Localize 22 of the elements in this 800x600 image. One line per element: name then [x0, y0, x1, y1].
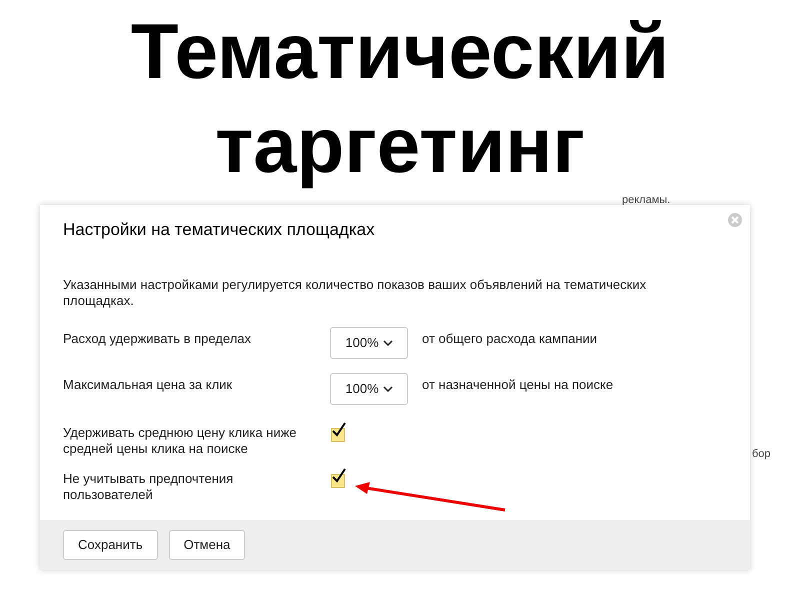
setting-suffix: от общего расхода кампании [422, 330, 598, 348]
setting-suffix: от назначенной цены на поиске [422, 376, 614, 394]
dialog-title: Настройки на тематических площадках [63, 219, 375, 241]
dialog-button[interactable]: Сохранить [63, 530, 158, 560]
checkmark-icon [331, 468, 347, 484]
chevron-down-icon [382, 386, 393, 392]
setting-label: Удерживать среднюю цену клика ниже средней цены клика на поиске [63, 424, 298, 456]
page-text: рекламы. [622, 193, 670, 208]
checkmark-icon [331, 422, 347, 438]
checkbox[interactable] [330, 472, 346, 488]
checkbox[interactable] [330, 426, 346, 442]
setting-label: Не учитывать предпочтения пользователей [63, 470, 234, 502]
slide-title: таргетинг [215, 100, 585, 191]
slide-title: Тематический [130, 6, 670, 97]
percent-select[interactable]: 100% [330, 326, 408, 358]
page-text: бор [752, 447, 771, 462]
setting-label: Расход удерживать в пределах [63, 330, 252, 348]
chevron-down-icon [382, 340, 393, 346]
setting-label: Максимальная цена за клик [63, 376, 234, 394]
dialog-button[interactable]: Отмена [168, 530, 246, 560]
percent-select[interactable]: 100% [330, 372, 408, 404]
description: Указанными настройками регулируется количество показов ваших объявлений на тематических площадках. [63, 276, 648, 308]
